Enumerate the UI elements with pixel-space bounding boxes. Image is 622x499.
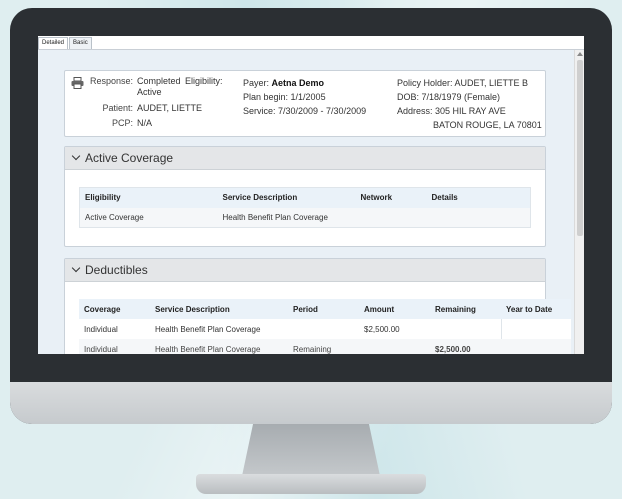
summary-column-policy: Policy Holder: AUDET, LIETTE B DOB: 7/18… — [397, 76, 542, 132]
monitor-screen: Detailed Basic Response: Completed Eligi… — [38, 36, 584, 354]
deductibles-header[interactable]: Deductibles — [65, 259, 545, 282]
column-header: Eligibility — [79, 187, 218, 208]
table-cell — [359, 339, 430, 354]
eligibility-summary-card: Response: Completed Eligibility: Active … — [64, 70, 546, 137]
table-cell: Individual — [79, 339, 150, 354]
active-coverage-table: Eligibility Service Description Network … — [79, 187, 531, 228]
table-row[interactable]: Active Coverage Health Benefit Plan Cove… — [79, 207, 531, 228]
table-header-row: Eligibility Service Description Network … — [79, 187, 531, 208]
column-header: Period — [288, 299, 359, 319]
table-row[interactable]: Individual Health Benefit Plan Coverage … — [79, 339, 571, 354]
vertical-scrollbar[interactable] — [574, 50, 584, 354]
monitor-chin — [10, 382, 612, 424]
payer-line: Payer: Aetna Demo — [243, 76, 366, 90]
table-row[interactable]: Individual Health Benefit Plan Coverage … — [79, 319, 571, 339]
summary-column-payer: Payer: Aetna Demo Plan begin: 1/1/2005 S… — [243, 76, 366, 118]
column-header: Network — [355, 187, 427, 208]
table-cell: Health Benefit Plan Coverage — [150, 319, 288, 339]
main-content: Response: Completed Eligibility: Active … — [38, 50, 574, 354]
active-coverage-title: Active Coverage — [85, 151, 174, 165]
column-header: Amount — [359, 299, 430, 319]
active-coverage-section: Active Coverage Eligibility Service Desc… — [64, 146, 546, 247]
deductibles-section: Deductibles Coverage Service Description… — [64, 258, 571, 354]
response-value: Completed — [137, 76, 181, 86]
deductibles-table: Coverage Service Description Period Amou… — [79, 299, 571, 354]
tab-basic[interactable]: Basic — [69, 37, 92, 49]
tab-detailed[interactable]: Detailed — [38, 37, 69, 49]
table-cell: Individual — [79, 319, 150, 339]
table-cell: Active Coverage — [79, 207, 218, 228]
table-cell: Health Benefit Plan Coverage — [217, 207, 356, 228]
payer-value: Aetna Demo — [271, 78, 325, 88]
table-cell: $2,500.00 — [430, 339, 501, 354]
chevron-down-icon — [71, 151, 81, 161]
patient-label: Patient: — [102, 103, 133, 113]
table-cell — [430, 319, 501, 339]
eligibility-value: Active — [137, 87, 162, 97]
table-cell: Remaining — [288, 339, 359, 354]
table-cell: Health Benefit Plan Coverage — [150, 339, 288, 354]
tab-bar: Detailed Basic — [38, 36, 584, 50]
table-cell — [288, 319, 359, 339]
printer-icon[interactable] — [71, 77, 84, 91]
address-line1: Address: 305 HIL RAY AVE — [397, 106, 506, 116]
payer-label: Payer: — [243, 78, 270, 88]
chevron-down-icon — [71, 263, 81, 273]
pcp-label: PCP: — [111, 118, 133, 128]
patient-value: AUDET, LIETTE — [137, 103, 203, 113]
scrollbar-thumb[interactable] — [577, 60, 583, 236]
address-line2: BATON ROUGE, LA 70801 — [433, 120, 542, 130]
column-header: Service Description — [150, 299, 288, 319]
plan-begin: Plan begin: 1/1/2005 — [243, 92, 326, 102]
scroll-up-arrow-icon[interactable] — [577, 52, 583, 56]
pcp-value: N/A — [137, 118, 153, 128]
column-header: Remaining — [430, 299, 501, 319]
eligibility-label: Eligibility: — [185, 76, 223, 86]
date-of-birth: DOB: 7/18/1979 (Female) — [397, 92, 501, 102]
active-coverage-header[interactable]: Active Coverage — [65, 147, 545, 170]
policy-holder: Policy Holder: AUDET, LIETTE B — [397, 78, 529, 88]
column-header: Service Description — [217, 187, 356, 208]
service-dates: Service: 7/30/2009 - 7/30/2009 — [243, 106, 367, 116]
table-cell — [355, 207, 427, 228]
table-cell — [426, 207, 531, 228]
column-header: Coverage — [79, 299, 150, 319]
monitor-stand-base — [196, 474, 426, 494]
deductibles-title: Deductibles — [85, 263, 148, 277]
table-cell — [500, 319, 571, 339]
response-label: Response: — [89, 76, 133, 86]
table-header-row: Coverage Service Description Period Amou… — [79, 299, 571, 319]
column-header: Year to Date — [501, 299, 571, 319]
monitor-stand-neck — [242, 424, 380, 476]
table-cell: $2,500.00 — [359, 319, 430, 339]
table-cell — [501, 339, 571, 354]
column-header: Details — [426, 187, 531, 208]
